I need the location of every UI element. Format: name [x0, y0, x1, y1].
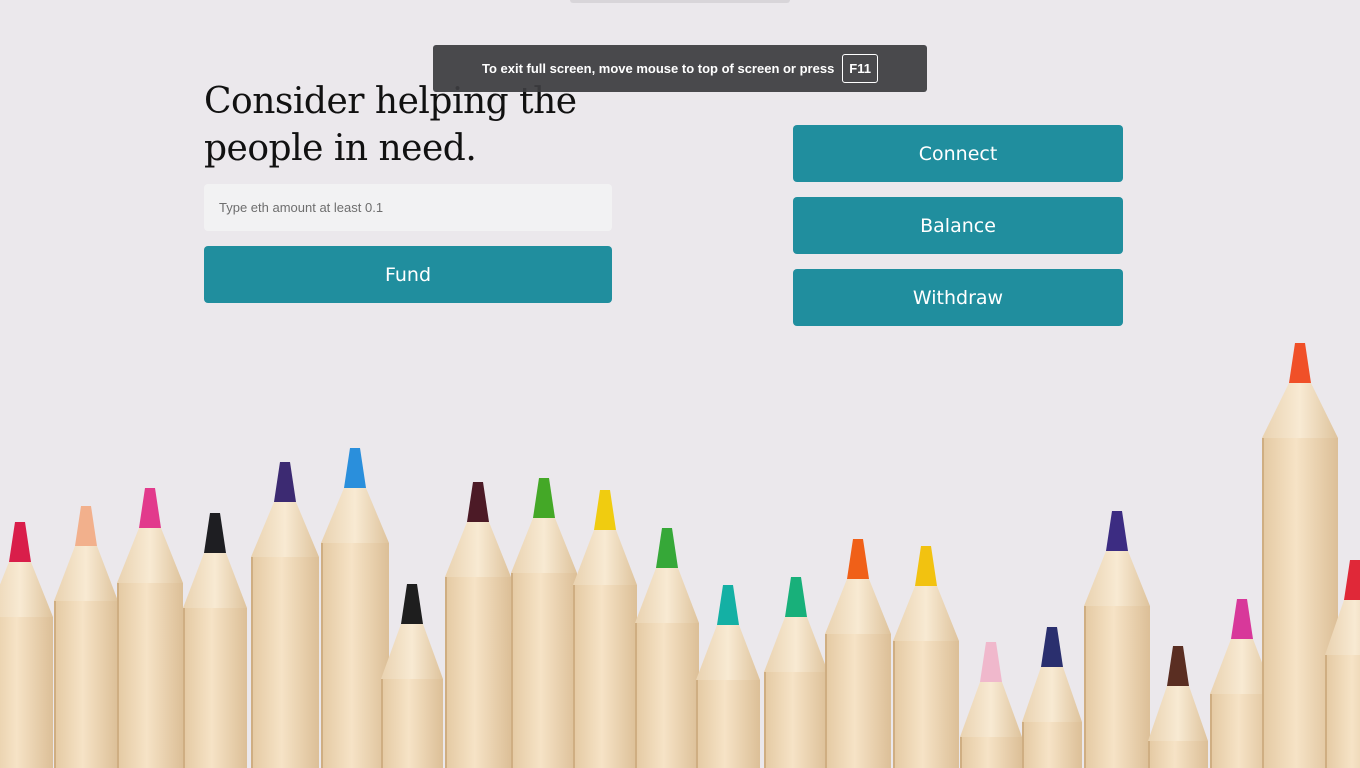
- actions-panel: Connect Balance Withdraw: [793, 125, 1123, 341]
- pencil: [825, 539, 891, 768]
- pencil: [573, 490, 637, 768]
- top-edge-shadow: [570, 0, 790, 3]
- pencil: [321, 448, 389, 768]
- pencil: [1148, 646, 1208, 768]
- fullscreen-notice-text: To exit full screen, move mouse to top o…: [482, 61, 835, 76]
- headline: Consider helping the people in need.: [204, 81, 577, 169]
- fullscreen-notice: To exit full screen, move mouse to top o…: [433, 45, 927, 92]
- pencil: [381, 584, 443, 768]
- balance-button[interactable]: Balance: [793, 197, 1123, 254]
- pencil: [0, 522, 53, 768]
- fund-panel: Consider helping the people in need. Fun…: [204, 78, 612, 303]
- pencil: [251, 462, 319, 768]
- pencil: [445, 482, 511, 768]
- connect-button[interactable]: Connect: [793, 125, 1123, 182]
- pencil: [696, 585, 760, 768]
- withdraw-button[interactable]: Withdraw: [793, 269, 1123, 326]
- f11-key-badge: F11: [842, 54, 878, 83]
- pencil: [635, 528, 699, 768]
- pencil: [1022, 627, 1082, 768]
- pencil: [960, 642, 1022, 768]
- pencil: [893, 546, 959, 768]
- pencil: [117, 488, 183, 768]
- eth-amount-input[interactable]: [204, 184, 612, 231]
- pencil: [764, 577, 828, 768]
- pencil: [511, 478, 577, 768]
- pencil: [1084, 511, 1150, 768]
- fund-button[interactable]: Fund: [204, 246, 612, 303]
- pencil: [54, 506, 118, 768]
- pencil: [183, 513, 247, 768]
